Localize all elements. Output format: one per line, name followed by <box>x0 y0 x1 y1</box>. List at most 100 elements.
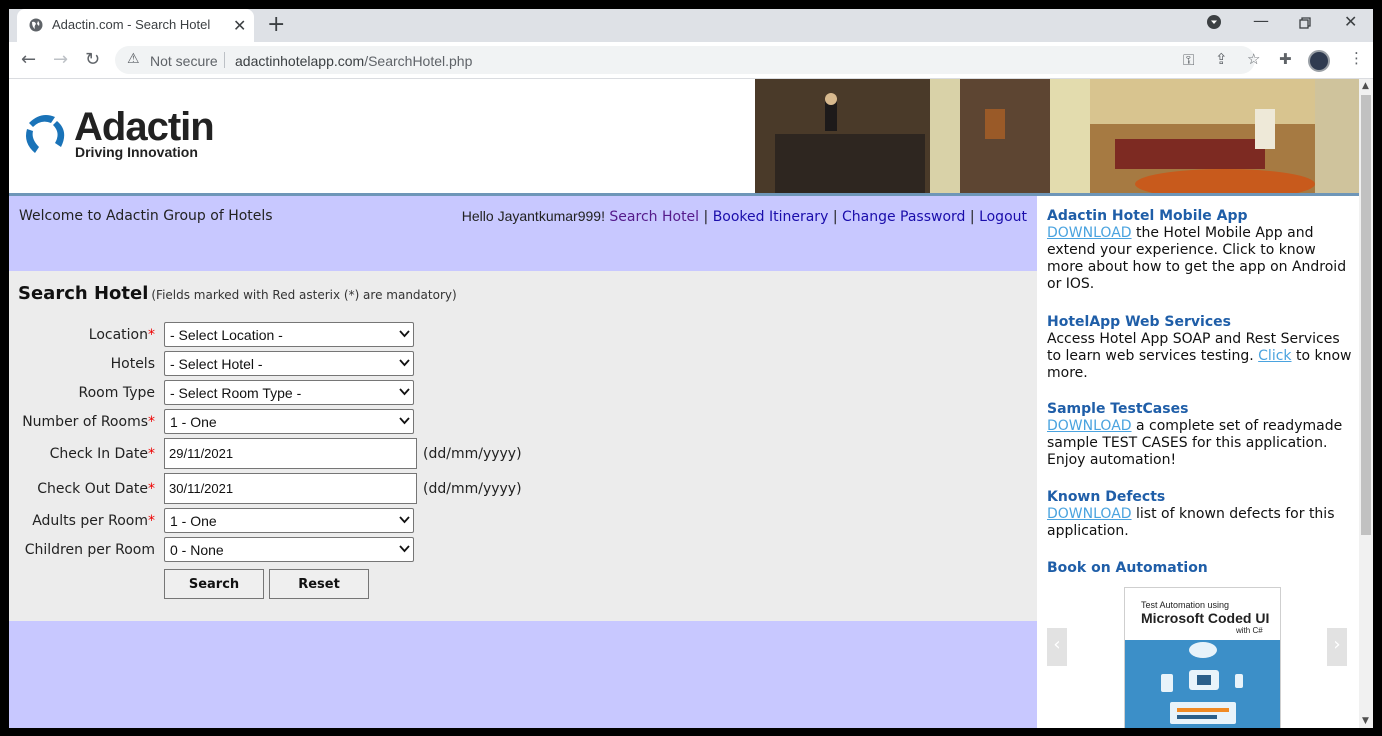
tab-close-icon[interactable]: ✕ <box>233 16 246 35</box>
test-cases-download-link[interactable]: DOWNLOAD <box>1047 418 1132 434</box>
logout-link[interactable]: Logout <box>979 209 1027 225</box>
location-label: Location* <box>89 327 155 343</box>
page-scrollbar[interactable]: ▲ ▼ <box>1359 79 1373 728</box>
required-mark: * <box>148 446 155 462</box>
nav-separator: | <box>969 209 975 225</box>
book-heading: Book on Automation <box>1047 560 1208 576</box>
room-type-label: Room Type <box>78 385 155 401</box>
warning-icon[interactable]: ⚠ <box>127 51 140 67</box>
star-icon[interactable]: ☆ <box>1247 50 1260 68</box>
required-mark: * <box>148 327 155 343</box>
required-mark: * <box>148 513 155 529</box>
check-in-date-input[interactable]: 29/11/2021 <box>164 438 417 469</box>
chevron-down-icon <box>399 388 410 396</box>
number-of-rooms-label-text: Number of Rooms <box>22 414 148 430</box>
share-icon[interactable]: ⇪ <box>1215 50 1228 68</box>
close-window-icon[interactable]: ✕ <box>1344 12 1357 31</box>
nav-separator: | <box>832 209 838 225</box>
children-select[interactable]: 0 - None <box>164 537 414 562</box>
chevron-down-icon <box>399 516 410 524</box>
scroll-up-icon[interactable]: ▲ <box>1362 81 1369 91</box>
form-title-text: Search Hotel <box>18 283 149 304</box>
browser-toolbar: ← → ↻ ⚠ Not secure adactinhotelapp.com/S… <box>9 42 1373 79</box>
change-password-link[interactable]: Change Password <box>842 209 965 225</box>
check-in-format-hint: (dd/mm/yyyy) <box>423 446 522 462</box>
check-out-date-input[interactable]: 30/11/2021 <box>164 473 417 504</box>
children-select-value: 0 - None <box>170 542 224 558</box>
profile-menu-icon[interactable] <box>1207 14 1221 33</box>
web-services-click-link[interactable]: Click <box>1258 348 1291 364</box>
number-of-rooms-select-value: 1 - One <box>170 414 217 430</box>
book-cover-title: Microsoft Coded UI <box>1141 610 1270 626</box>
mobile-app-download-link[interactable]: DOWNLOAD <box>1047 225 1132 241</box>
key-icon[interactable]: ⚿ <box>1183 51 1194 69</box>
hotels-select-value: - Select Hotel - <box>170 356 263 372</box>
nav-separator: | <box>703 209 709 225</box>
number-of-rooms-label: Number of Rooms* <box>22 414 155 430</box>
check-out-label-text: Check Out Date <box>37 481 148 497</box>
scrollbar-thumb[interactable] <box>1361 95 1371 535</box>
hello-user: Hello Jayantkumar999! <box>461 208 605 224</box>
carousel-prev-button[interactable]: ‹ <box>1047 628 1067 666</box>
scroll-down-icon[interactable]: ▼ <box>1362 716 1369 726</box>
address-separator <box>224 52 225 68</box>
sidebar: Adactin Hotel Mobile App DOWNLOAD the Ho… <box>1037 196 1359 728</box>
room-type-select-value: - Select Room Type - <box>170 385 302 401</box>
minimize-icon[interactable]: — <box>1253 11 1269 30</box>
url-text[interactable]: adactinhotelapp.com/SearchHotel.php <box>235 53 472 69</box>
known-defects-download-link[interactable]: DOWNLOAD <box>1047 506 1132 522</box>
welcome-text: Welcome to Adactin Group of Hotels <box>19 208 273 224</box>
browser-tab[interactable]: Adactin.com - Search Hotel ✕ <box>17 9 254 42</box>
chevron-left-icon: ‹ <box>1053 634 1061 655</box>
check-in-label-text: Check In Date <box>49 446 148 462</box>
check-out-label: Check Out Date* <box>37 481 155 497</box>
test-cases-heading: Sample TestCases <box>1047 401 1189 417</box>
children-label: Children per Room <box>24 542 155 558</box>
reload-icon[interactable]: ↻ <box>85 49 100 70</box>
location-select-value: - Select Location - <box>170 327 283 343</box>
location-label-text: Location <box>88 327 148 343</box>
hotel-lobby-image <box>755 79 1359 193</box>
browser-window: Adactin.com - Search Hotel ✕ + — ✕ ← → ↻… <box>9 9 1373 728</box>
adactin-logo-icon <box>26 115 65 153</box>
check-out-format-hint: (dd/mm/yyyy) <box>423 481 522 497</box>
location-select[interactable]: - Select Location - <box>164 322 414 347</box>
new-tab-icon[interactable]: + <box>267 12 285 37</box>
search-button[interactable]: Search <box>164 569 264 599</box>
extensions-icon[interactable]: ✚ <box>1279 50 1292 68</box>
url-path: /SearchHotel.php <box>364 53 473 69</box>
known-defects-text: DOWNLOAD list of known defects for this … <box>1047 506 1352 540</box>
logo-tagline: Driving Innovation <box>75 144 198 160</box>
maximize-icon[interactable] <box>1299 14 1311 33</box>
booked-itinerary-link[interactable]: Booked Itinerary <box>713 209 829 225</box>
globe-icon <box>29 18 43 32</box>
required-mark: * <box>148 414 155 430</box>
chevron-down-icon <box>399 545 410 553</box>
check-in-label: Check In Date* <box>50 446 155 462</box>
chevron-down-icon <box>399 359 410 367</box>
address-bar[interactable]: ⚠ Not secure adactinhotelapp.com/SearchH… <box>115 46 1260 74</box>
known-defects-heading: Known Defects <box>1047 489 1166 505</box>
mobile-app-text: DOWNLOAD the Hotel Mobile App and extend… <box>1047 225 1352 293</box>
security-label[interactable]: Not secure <box>150 53 218 69</box>
back-icon[interactable]: ← <box>21 49 36 70</box>
book-cover-image[interactable]: Test Automation using Microsoft Coded UI… <box>1124 587 1281 728</box>
reset-button[interactable]: Reset <box>269 569 369 599</box>
mobile-app-heading: Adactin Hotel Mobile App <box>1047 208 1248 224</box>
kebab-menu-icon[interactable]: ⋮ <box>1349 49 1364 67</box>
hotels-label: Hotels <box>110 356 155 372</box>
book-cover-art <box>1125 640 1280 728</box>
web-services-heading: HotelApp Web Services <box>1047 314 1231 330</box>
chevron-down-icon <box>399 417 410 425</box>
forward-icon[interactable]: → <box>53 49 68 70</box>
adults-select[interactable]: 1 - One <box>164 508 414 533</box>
avatar[interactable] <box>1308 50 1330 72</box>
room-type-select[interactable]: - Select Room Type - <box>164 380 414 405</box>
search-hotel-link[interactable]: Search Hotel <box>609 209 699 225</box>
tab-strip: Adactin.com - Search Hotel ✕ + — ✕ <box>9 9 1373 42</box>
hotels-select[interactable]: - Select Hotel - <box>164 351 414 376</box>
welcome-band: Welcome to Adactin Group of Hotels Hello… <box>9 196 1037 271</box>
number-of-rooms-select[interactable]: 1 - One <box>164 409 414 434</box>
site-header: Adactin Driving Innovation <box>9 79 1359 194</box>
carousel-next-button[interactable]: › <box>1327 628 1347 666</box>
